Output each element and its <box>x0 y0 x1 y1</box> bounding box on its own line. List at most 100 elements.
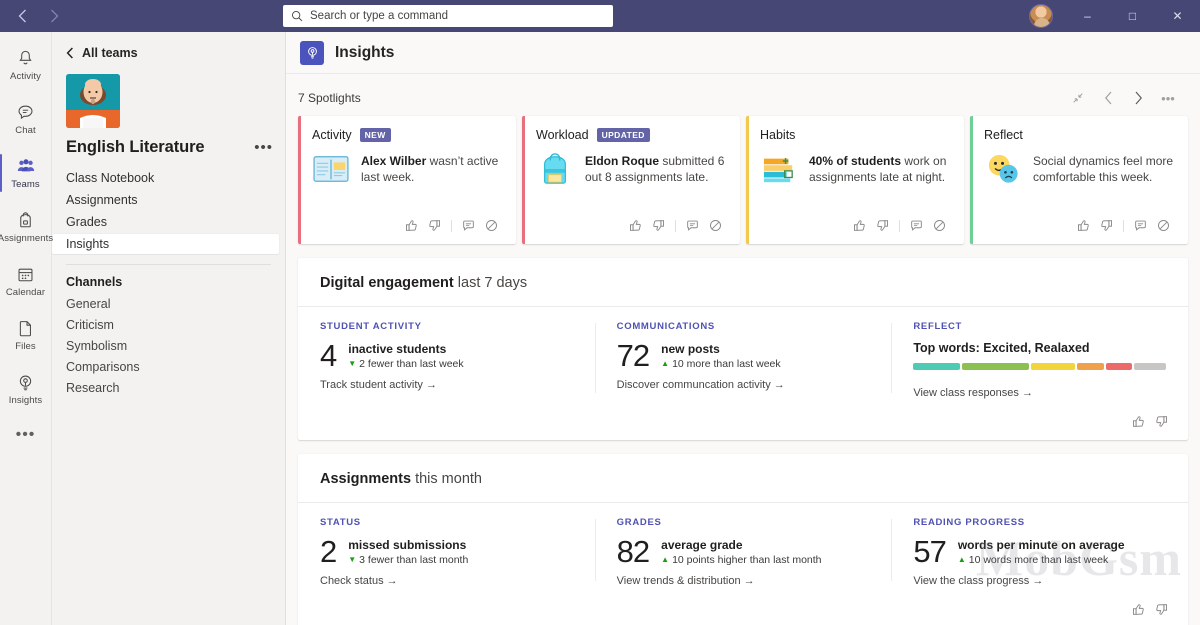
comment-icon[interactable] <box>682 215 703 236</box>
metric-link-view-class-responses[interactable]: View class responses → <box>913 387 1033 399</box>
chevron-left-icon <box>18 9 27 23</box>
forward-button[interactable] <box>40 4 68 28</box>
channel-comparisons[interactable]: Comparisons <box>52 356 285 377</box>
thumbs-down-icon[interactable] <box>424 215 445 236</box>
card-actions <box>536 215 726 236</box>
metric-delta: ▲ 10 more than last week <box>661 358 780 370</box>
dismiss-icon[interactable] <box>481 215 502 236</box>
rail-label: Insights <box>9 395 43 406</box>
maximize-button[interactable]: □ <box>1110 0 1155 32</box>
card-text-rest: Social dynamics feel more comfortable th… <box>1033 154 1173 184</box>
thumbs-down-icon[interactable] <box>1096 215 1117 236</box>
metric-link-track-student-activity[interactable]: Track student activity → <box>320 379 437 391</box>
channel-symbolism[interactable]: Symbolism <box>52 335 285 356</box>
channel-label: Criticism <box>66 318 114 332</box>
metric-label: STATUS <box>320 517 573 528</box>
collapse-button[interactable] <box>1066 86 1090 110</box>
thumbs-up-icon[interactable] <box>1128 599 1149 620</box>
app-rail: Activity Chat Teams Assignm <box>0 32 52 625</box>
rail-item-insights[interactable]: Insights <box>0 362 52 416</box>
metric-status: STATUS 2 missed submissions ▼ 3 fewer th… <box>298 517 595 589</box>
dismiss-icon[interactable] <box>705 215 726 236</box>
back-button[interactable] <box>8 4 36 28</box>
metric-link-label: Discover communcation activity <box>617 379 771 391</box>
spotlight-card-habits[interactable]: Habits <box>746 116 964 244</box>
thumbs-up-icon[interactable] <box>625 215 646 236</box>
metric-delta-text: 10 more than last week <box>672 358 781 370</box>
team-avatar[interactable] <box>66 74 120 128</box>
spotlight-card-activity[interactable]: Activity NEW <box>298 116 516 244</box>
panel-footer-actions <box>298 411 1188 440</box>
spotlight-card-reflect[interactable]: Reflect <box>970 116 1188 244</box>
channel-criticism[interactable]: Criticism <box>52 314 285 335</box>
action-separator <box>675 220 676 232</box>
arrow-right-icon: → <box>774 379 785 391</box>
metric-label: READING PROGRESS <box>913 517 1166 528</box>
card-text: 40% of students work on assignments late… <box>809 153 950 185</box>
search-bar[interactable]: Search or type a command <box>283 5 613 27</box>
panel-body: STUDENT ACTIVITY 4 inactive students ▼ 2… <box>298 307 1188 411</box>
rail-item-assignments[interactable]: Assignments <box>0 200 52 254</box>
thumbs-up-icon[interactable] <box>401 215 422 236</box>
thumbs-down-icon[interactable] <box>648 215 669 236</box>
panel-title-main: Digital engagement <box>320 275 454 291</box>
card-header: Workload UPDATED <box>536 128 726 142</box>
spotlights-more-button[interactable]: ••• <box>1156 86 1180 110</box>
user-avatar[interactable] <box>1029 4 1053 28</box>
trend-down-icon: ▼ <box>348 556 356 564</box>
dismiss-icon[interactable] <box>1153 215 1174 236</box>
rail-label: Chat <box>15 125 35 136</box>
metric-link-view-trends-distribution[interactable]: View trends & distribution → <box>617 575 755 587</box>
thumbs-up-icon[interactable] <box>849 215 870 236</box>
thumbs-up-icon[interactable] <box>1128 411 1149 432</box>
channel-label: General <box>66 297 110 311</box>
chevron-right-icon <box>1134 91 1143 105</box>
rail-item-teams[interactable]: Teams <box>0 146 52 200</box>
minimize-button[interactable]: – <box>1065 0 1110 32</box>
spotlight-card-workload[interactable]: Workload UPDATED <box>522 116 740 244</box>
sidebar-tab-class-notebook[interactable]: Class Notebook <box>52 168 279 188</box>
card-title: Reflect <box>984 128 1023 142</box>
next-spotlight-button[interactable] <box>1126 86 1150 110</box>
comment-icon[interactable] <box>458 215 479 236</box>
sidebar-tab-assignments[interactable]: Assignments <box>52 190 279 210</box>
rail-item-chat[interactable]: Chat <box>0 92 52 146</box>
metric-info: average grade ▲ 10 points higher than la… <box>661 537 821 566</box>
rail-item-files[interactable]: Files <box>0 308 52 362</box>
dismiss-icon[interactable] <box>929 215 950 236</box>
sidebar-tab-label: Insights <box>66 237 109 251</box>
metric-link-check-status[interactable]: Check status → <box>320 575 398 587</box>
thumbs-down-icon[interactable] <box>1151 599 1172 620</box>
rail-item-activity[interactable]: Activity <box>0 38 52 92</box>
comment-icon[interactable] <box>906 215 927 236</box>
metric-link-discover-communication-activity[interactable]: Discover communcation activity → <box>617 379 785 391</box>
metric-value: 57 <box>913 537 945 567</box>
close-button[interactable]: ✕ <box>1155 0 1200 32</box>
search-icon <box>291 10 303 22</box>
assignments-panel: Assignments this month STATUS 2 missed s… <box>298 454 1188 625</box>
thumbs-up-icon[interactable] <box>1073 215 1094 236</box>
sidebar-tab-grades[interactable]: Grades <box>52 212 279 232</box>
previous-spotlight-button[interactable] <box>1096 86 1120 110</box>
metric-label: STUDENT ACTIVITY <box>320 321 573 332</box>
team-more-button[interactable]: ••• <box>254 139 273 156</box>
metric-student-activity: STUDENT ACTIVITY 4 inactive students ▼ 2… <box>298 321 595 401</box>
card-title: Activity <box>312 128 352 142</box>
status-badge: NEW <box>360 128 391 142</box>
sidebar-tab-grades-wrap: Grades <box>52 211 285 233</box>
thumbs-down-icon[interactable] <box>872 215 893 236</box>
card-header: Habits <box>760 128 950 142</box>
metric-link-view-class-progress[interactable]: View the class progress → <box>913 575 1043 587</box>
channel-research[interactable]: Research <box>52 377 285 398</box>
panel-title-main: Assignments <box>320 471 411 487</box>
rail-more-button[interactable]: ••• <box>16 426 36 444</box>
sidebar-tab-insights[interactable]: Insights <box>52 234 279 254</box>
rail-item-calendar[interactable]: Calendar <box>0 254 52 308</box>
metric-link-label: View the class progress <box>913 575 1029 587</box>
channel-general[interactable]: General <box>52 293 285 314</box>
all-teams-back-link[interactable]: All teams <box>52 32 285 70</box>
metric-delta: ▼ 3 fewer than last month <box>348 554 468 566</box>
comment-icon[interactable] <box>1130 215 1151 236</box>
card-actions <box>312 215 502 236</box>
thumbs-down-icon[interactable] <box>1151 411 1172 432</box>
